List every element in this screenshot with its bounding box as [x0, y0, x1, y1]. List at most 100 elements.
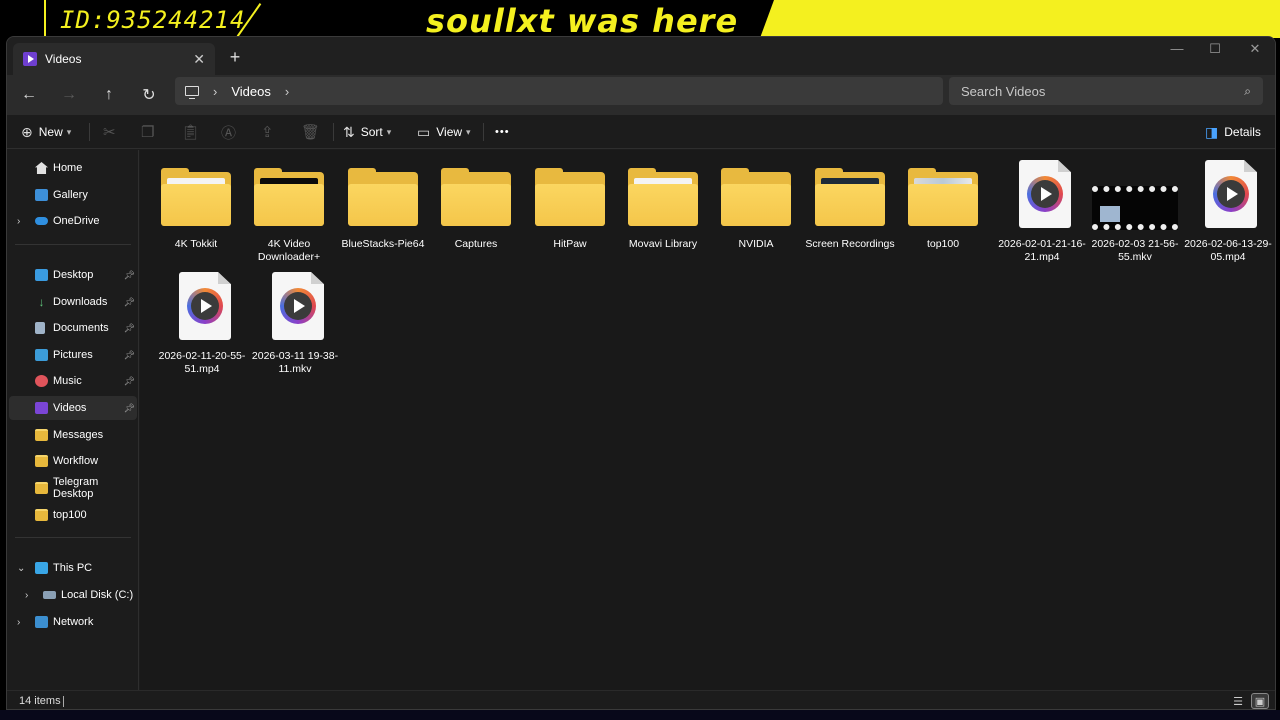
network-icon [35, 616, 48, 628]
sort-label: Sort [360, 125, 383, 139]
new-tab-button[interactable]: + [225, 47, 245, 68]
sidebar-item-desktop[interactable]: Desktop 📌︎ [9, 263, 137, 287]
sidebar-item-pictures[interactable]: Pictures 📌︎ [9, 343, 137, 367]
banner-yellow-block [760, 0, 1280, 38]
sidebar-item-label: top100 [53, 509, 87, 521]
folder-item-captures[interactable]: Captures [429, 158, 523, 251]
minimize-button[interactable]: — [1157, 41, 1197, 56]
item-name: Movavi Library [628, 238, 698, 250]
pin-icon[interactable]: 📌︎ [124, 350, 135, 361]
music-icon [35, 375, 48, 387]
refresh-icon[interactable]: ↻ [135, 81, 163, 109]
sidebar-item-home[interactable]: Home [9, 156, 137, 180]
share-button[interactable]: ⇪ [261, 121, 274, 143]
close-tab-icon[interactable]: ✕ [193, 51, 205, 68]
item-name: 4K Video Downloader+ [257, 238, 321, 263]
folder-item-4k-video-downloader[interactable]: 4K Video Downloader+ [242, 158, 336, 264]
cut-button[interactable]: ✂ [103, 121, 116, 143]
sidebar-item-workflow[interactable]: Workflow [9, 449, 137, 473]
more-options-button[interactable]: ••• [495, 121, 510, 143]
sidebar-item-telegram-desktop[interactable]: Telegram Desktop [9, 476, 137, 500]
sidebar-item-label: Videos [53, 402, 87, 414]
sidebar-item-network[interactable]: › Network [9, 610, 137, 634]
folder-item-movavi-library[interactable]: Movavi Library [616, 158, 710, 251]
sidebar-item-gallery[interactable]: Gallery [9, 183, 137, 207]
pc-icon [35, 562, 48, 574]
tab-videos[interactable]: Videos ✕ [13, 43, 215, 75]
item-name: NVIDIA [738, 238, 774, 250]
video-file-item[interactable]: 2026-03-11 19-38-11.mkv [248, 270, 342, 376]
folder-item-4k-tokkit[interactable]: 4K Tokkit [149, 158, 243, 251]
chevron-right-icon[interactable]: › [25, 590, 28, 601]
sidebar-item-downloads[interactable]: ↓ Downloads 📌︎ [9, 290, 137, 314]
sidebar-item-top100[interactable]: top100 [9, 503, 137, 527]
large-icons-view-icon[interactable]: ▣ [1251, 693, 1269, 709]
folder-item-nvidia[interactable]: NVIDIA [709, 158, 803, 251]
video-file-item[interactable]: 2026-02-11-20-55-51.mp4 [155, 270, 249, 376]
view-icon: ▭ [417, 123, 431, 140]
maximize-button[interactable]: ☐ [1195, 41, 1235, 57]
title-bar: Videos ✕ + — ☐ ✕ [7, 37, 1275, 75]
sidebar-item-label: Local Disk (C:) [61, 589, 134, 601]
sidebar-item-label: Desktop [53, 269, 94, 281]
sidebar-item-label: Music [53, 375, 82, 387]
sidebar-item-videos[interactable]: Videos 📌︎ [9, 396, 137, 420]
new-button[interactable]: ⊕ New ▾ [21, 121, 71, 143]
video-file-icon [155, 270, 249, 344]
sidebar-item-messages[interactable]: Messages [9, 423, 137, 447]
video-file-item[interactable]: 2026-02-03 21-56-55.mkv [1088, 158, 1182, 264]
pin-icon[interactable]: 📌︎ [124, 323, 135, 334]
sidebar-item-music[interactable]: Music 📌︎ [9, 369, 137, 393]
banner-slogan: soullxt was here [426, 2, 739, 38]
details-pane-icon: ◨ [1205, 123, 1219, 140]
chevron-down-icon[interactable]: ⌄ [17, 563, 25, 574]
up-arrow-icon[interactable]: ↑ [95, 81, 123, 109]
chevron-right-icon[interactable]: › [17, 617, 20, 628]
item-name: BlueStacks-Pie64 [341, 238, 425, 250]
view-button[interactable]: ▭ View ▾ [417, 121, 471, 143]
pin-icon[interactable]: 📌︎ [124, 376, 135, 387]
details-pane-button[interactable]: ◨ Details [1205, 121, 1261, 143]
chevron-right-icon[interactable]: › [213, 84, 217, 99]
folder-item-top100[interactable]: top100 [896, 158, 990, 251]
close-window-button[interactable]: ✕ [1235, 41, 1275, 57]
pin-icon[interactable]: 📌︎ [124, 270, 135, 281]
command-bar: ⊕ New ▾ ✂ ❐ 📋︎ Ⓐ ⇪ 🗑︎ ⇅ Sort ▾ ▭ View ▾ … [7, 115, 1275, 149]
item-name: 2026-02-01-21-16-21.mp4 [998, 238, 1086, 263]
forward-arrow-icon[interactable]: → [55, 81, 83, 109]
disk-icon [43, 591, 56, 599]
chevron-right-icon[interactable]: › [17, 216, 20, 227]
sort-button[interactable]: ⇅ Sort ▾ [343, 121, 391, 143]
delete-button[interactable]: 🗑︎ [301, 121, 320, 143]
video-file-item[interactable]: 2026-02-06-13-29-05.mp4 [1181, 158, 1275, 264]
sidebar-item-documents[interactable]: Documents 📌︎ [9, 316, 137, 340]
this-pc-icon[interactable] [185, 86, 199, 99]
navigation-pane: Home Gallery › OneDrive Desktop 📌︎ ↓ Dow… [7, 150, 139, 690]
folder-item-hitpaw[interactable]: HitPaw [523, 158, 617, 251]
videos-icon [35, 402, 48, 414]
sidebar-item-local-disk[interactable]: › Local Disk (C:) [9, 583, 137, 607]
folder-icon [896, 158, 990, 232]
back-arrow-icon[interactable]: ← [15, 81, 43, 109]
copy-button[interactable]: ❐ [141, 121, 154, 143]
item-count: 14 items [19, 695, 61, 707]
sidebar-item-label: Messages [53, 429, 104, 441]
folder-item-screen-recordings[interactable]: Screen Recordings [803, 158, 897, 251]
search-icon[interactable]: ⌕ [1244, 84, 1251, 99]
pin-icon[interactable]: 📌︎ [124, 297, 135, 308]
breadcrumb-videos[interactable]: Videos [231, 84, 271, 99]
rename-button[interactable]: Ⓐ [221, 121, 236, 143]
pin-icon[interactable]: 📌︎ [124, 403, 135, 414]
sidebar-item-this-pc[interactable]: ⌄ This PC [9, 556, 137, 580]
search-input[interactable]: Search Videos ⌕ [949, 77, 1263, 105]
details-view-icon[interactable]: ☰ [1229, 693, 1247, 709]
paste-button[interactable]: 📋︎ [181, 121, 200, 143]
sidebar-divider [15, 244, 131, 245]
folder-item-bluestacks[interactable]: BlueStacks-Pie64 [336, 158, 430, 251]
cut-icon: ✂ [103, 124, 116, 141]
sidebar-item-onedrive[interactable]: › OneDrive [9, 209, 137, 233]
address-bar-inner[interactable]: › Videos › [175, 77, 943, 105]
sidebar-item-label: Documents [53, 322, 109, 334]
video-file-item[interactable]: 2026-02-01-21-16-21.mp4 [995, 158, 1089, 264]
chevron-right-icon[interactable]: › [285, 84, 289, 99]
